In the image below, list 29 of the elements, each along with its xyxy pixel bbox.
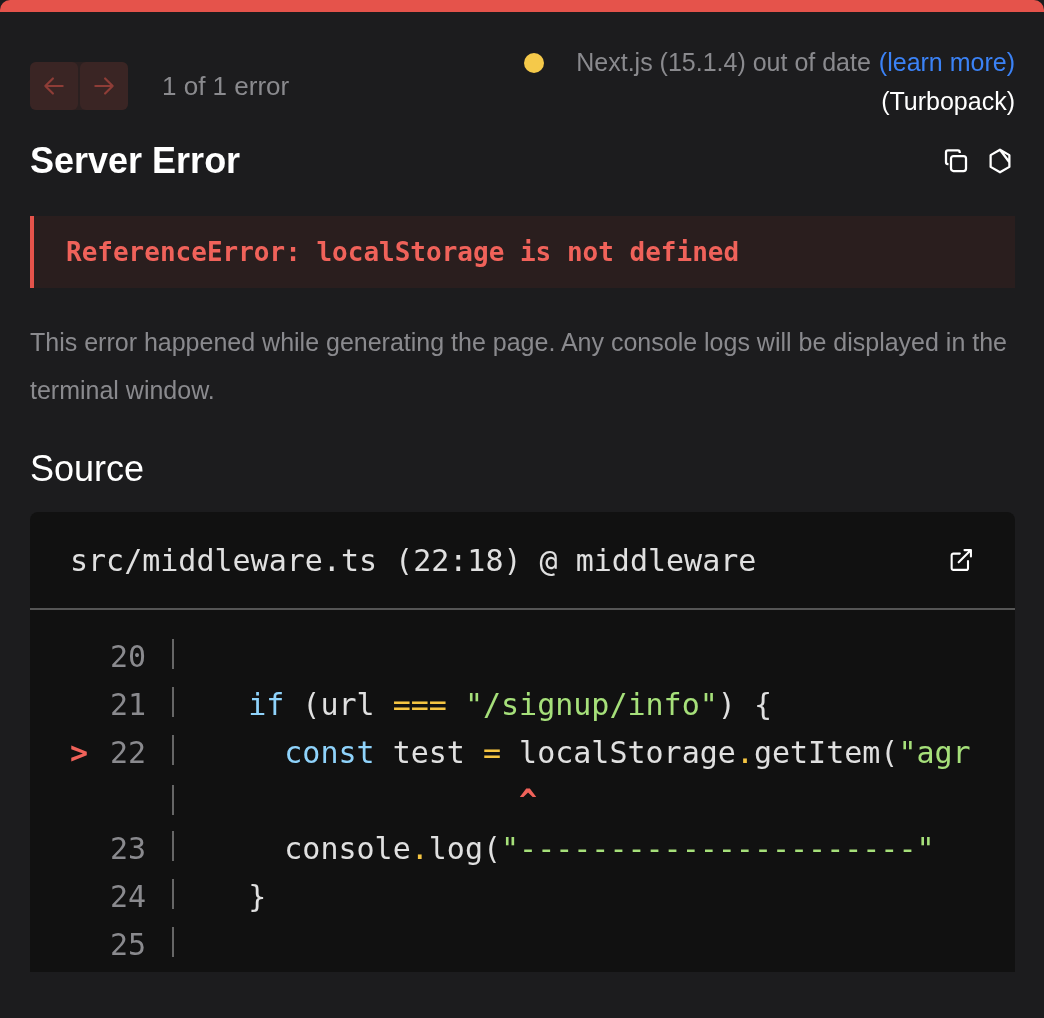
code-line: const test = localStorage.getItem("agr: [283, 734, 971, 770]
gutter-separator: [172, 785, 174, 815]
code-line: console.log("----------------------": [283, 830, 935, 866]
version-notice: Next.js (15.1.4) out of date: [576, 48, 871, 77]
error-title: Server Error: [30, 140, 241, 182]
code-line: }: [247, 878, 267, 914]
gutter-separator: [172, 878, 174, 909]
gutter-separator: [172, 830, 174, 861]
line-number: 21: [108, 686, 146, 722]
line-number: 20: [108, 638, 146, 674]
section-heading: Source: [30, 448, 146, 490]
error-message: ReferenceError: localStorage is not defined: [30, 216, 1015, 288]
gutter-separator: [172, 638, 174, 669]
line-number: 24: [108, 878, 146, 914]
line-number: 22: [108, 734, 146, 770]
gutter-separator: [172, 686, 174, 717]
gutter-separator: [172, 926, 174, 957]
error-line-marker: >: [70, 734, 90, 770]
error-caret: ^: [518, 782, 538, 818]
file-location: src/middleware.ts (22:18) @ middleware: [70, 542, 757, 578]
error-counter: 1 of 1 error: [162, 70, 290, 102]
status-dot: [524, 52, 545, 73]
bundler-label: (Turbopack): [881, 87, 1015, 116]
gutter-separator: [172, 734, 174, 765]
learn-more-link[interactable]: (learn more): [878, 48, 1015, 77]
line-number: 23: [108, 830, 146, 866]
line-number: 25: [108, 926, 146, 962]
code-line: if (url === "/signup/info") {: [247, 686, 772, 722]
error-description: This error happened while generating the page. Any console logs will be displayed in the terminal window.: [30, 327, 1008, 406]
